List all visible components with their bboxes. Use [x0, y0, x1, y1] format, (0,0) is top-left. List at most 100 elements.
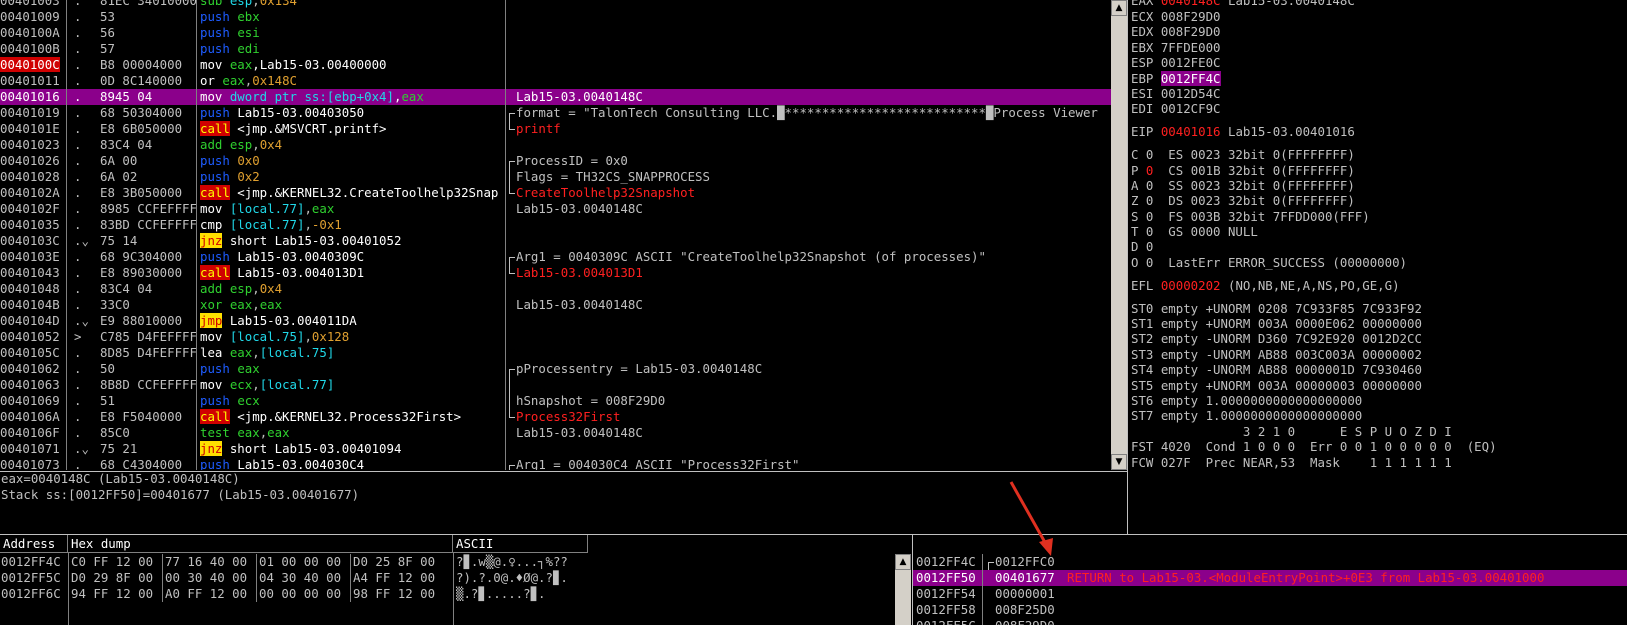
disasm-address[interactable]: 00401043 [0, 265, 66, 281]
register-line[interactable]: EAX 0040148C Lab15-03.0040148C [1131, 0, 1497, 9]
disasm-row[interactable]: 0040106A. E8 F5040000 call <jmp.&KERNEL32.… [0, 409, 1112, 425]
disasm-address[interactable]: 00401028 [0, 169, 66, 185]
disasm-address[interactable]: 0040104B [0, 297, 66, 313]
disasm-address[interactable]: 00401011 [0, 73, 66, 89]
register-line[interactable] [1131, 117, 1497, 125]
dump-row[interactable]: 0012FF6C 94 FF 12 00 A0 FF 12 00 00 00 00 0… [0, 586, 883, 602]
register-line[interactable]: EDI 0012CF9C [1131, 101, 1497, 116]
register-line[interactable]: 3 2 1 0 E S P U O Z D I [1131, 424, 1497, 439]
disasm-row[interactable]: 0040105C. 8D85 D4FEFFFF lea eax,[local.75] [0, 345, 1112, 361]
register-line[interactable]: ST6 empty 1.0000000000000000000 [1131, 393, 1497, 408]
registers-pane[interactable]: EAX 0040148C Lab15-03.0040148C ECX 008F29… [1128, 0, 1627, 535]
col-divider-asm[interactable] [505, 0, 506, 470]
register-line[interactable]: FCW 027F Prec NEAR,53 Mask 1 1 1 1 1 1 [1131, 455, 1497, 470]
register-line[interactable]: D 0 [1131, 239, 1497, 254]
pane-divider-stack[interactable] [912, 535, 913, 625]
disasm-row[interactable]: 0040102A. E8 3B050000 call <jmp.&KERNEL32.… [0, 185, 1112, 201]
disasm-address[interactable]: 0040102F [0, 201, 66, 217]
register-line[interactable]: EIP 00401016 Lab15-03.00401016 [1131, 124, 1497, 139]
disasm-row[interactable]: 00401063. 8B8D CCFEFFFF mov ecx,[local.77] [0, 377, 1112, 393]
disasm-address[interactable]: 00401003 [0, 0, 66, 9]
dump-header-hexdump[interactable]: Hex dump [68, 535, 453, 553]
disasm-address[interactable]: 0040106A [0, 409, 66, 425]
disasm-address[interactable]: 00401073 [0, 457, 66, 470]
disasm-address[interactable]: 0040105C [0, 345, 66, 361]
disasm-address[interactable]: 0040102A [0, 185, 66, 201]
stack-row[interactable]: 0012FF5C 008F29D0 [913, 618, 1627, 625]
register-line[interactable]: ESP 0012FE0C [1131, 55, 1497, 70]
disasm-row[interactable]: 0040103E. 68 9C304000 push Lab15-03.004030… [0, 249, 1112, 266]
disasm-address[interactable]: 00401026 [0, 153, 66, 169]
register-line[interactable]: ST5 empty +UNORM 003A 00000003 00000000 [1131, 378, 1497, 393]
disasm-row[interactable]: 0040104D .⌄ E9 88010000 jmp Lab15-03.004011… [0, 313, 1112, 329]
disasm-row[interactable]: 0040100A. 56 push esi [0, 25, 1112, 41]
disasm-row[interactable]: 0040102F. 8985 CCFEFFFF mov [local.77],eax… [0, 201, 1112, 217]
disasm-row[interactable]: 00401028. 6A 02 push 0x2 Flags = TH32CS_SNA… [0, 169, 1112, 185]
register-line[interactable] [1131, 140, 1497, 148]
scroll-up-icon[interactable]: ▲ [1111, 0, 1127, 16]
col-divider-addr[interactable] [66, 0, 67, 470]
disasm-row[interactable]: 0040106F. 85C0 test eax,eax Lab15-03.004014… [0, 425, 1112, 441]
dump-scroll-up-icon[interactable]: ▲ [895, 554, 911, 570]
disasm-row[interactable]: 00401071 .⌄ 75 21 jnz short Lab15-03.004010… [0, 441, 1112, 457]
register-line[interactable]: ST0 empty +UNORM 0208 7C933F85 7C933F92 [1131, 301, 1497, 316]
disasm-address[interactable]: 0040103E [0, 249, 66, 265]
register-line[interactable]: EFL 00000202 (NO,NB,NE,A,NS,PO,GE,G) [1131, 278, 1497, 293]
disasm-address[interactable]: 00401035 [0, 217, 66, 233]
register-line[interactable] [1131, 270, 1497, 278]
register-line[interactable]: ST4 empty -UNORM AB88 0000001D 7C930460 [1131, 362, 1497, 377]
disasm-address[interactable]: 00401016 [0, 89, 66, 105]
disasm-row[interactable]: 00401019. 68 50304000 push Lab15-03.004030… [0, 105, 1112, 122]
stack-row[interactable]: 0012FF58 008F25D0 [913, 602, 1627, 618]
dump-row[interactable]: 0012FF5C D0 29 8F 00 00 30 40 00 04 30 40 0… [0, 570, 883, 586]
register-line[interactable]: C 0 ES 0023 32bit 0(FFFFFFFF) [1131, 147, 1497, 162]
stack-pane[interactable]: 0012FF4C 0012FFC0 0012FF50 00401677 RETURN t… [913, 554, 1627, 625]
disassembly-scrollbar[interactable]: ▲ ▼ [1111, 0, 1127, 470]
disasm-address[interactable]: 00401062 [0, 361, 66, 377]
disasm-row[interactable]: 0040100B. 57 push edi [0, 41, 1112, 57]
disasm-address[interactable]: 0040104D [0, 313, 66, 329]
disasm-row[interactable]: 00401048. 83C4 04 add esp,0x4 [0, 281, 1112, 297]
register-line[interactable]: Z 0 DS 0023 32bit 0(FFFFFFFF) [1131, 193, 1497, 208]
register-line[interactable]: ESI 0012D54C [1131, 86, 1497, 101]
disasm-address[interactable]: 00401048 [0, 281, 66, 297]
disasm-row[interactable]: 00401026. 6A 00 push 0x0 ProcessID = 0x0 [0, 153, 1112, 170]
disasm-row[interactable]: 00401011. 0D 8C140000 or eax,0x148C [0, 73, 1112, 89]
stack-row[interactable]: 0012FF54 00000001 [913, 586, 1627, 602]
register-line[interactable]: ST1 empty +UNORM 003A 0000E062 00000000 [1131, 316, 1497, 331]
register-line[interactable] [1131, 293, 1497, 301]
register-line[interactable]: ST2 empty -UNORM D360 7C92E920 0012D2CC [1131, 331, 1497, 346]
dump-header-address[interactable]: Address [0, 535, 68, 553]
disasm-address[interactable]: 00401052 [0, 329, 66, 345]
disasm-row[interactable]: 0040100C. B8 00004000 mov eax,Lab15-03.004… [0, 57, 1112, 73]
disasm-row[interactable]: 00401069. 51 push ecx hSnapshot = 008F29D0 [0, 393, 1112, 409]
disasm-row[interactable]: 0040101E. E8 6B050000 call <jmp.&MSVCRT.pr… [0, 121, 1112, 137]
dump-pane[interactable]: Address Hex dump ASCII 0012FF4C C0 FF 12 … [0, 535, 883, 625]
pane-divider-registers[interactable] [1127, 0, 1128, 535]
disasm-address[interactable]: 0040100B [0, 41, 66, 57]
disasm-address[interactable]: 00401009 [0, 9, 66, 25]
stack-row[interactable]: 0012FF50 00401677 RETURN to Lab15-03.<Modu… [913, 570, 1627, 586]
register-line[interactable]: S 0 FS 003B 32bit 7FFDD000(FFF) [1131, 209, 1497, 224]
col-divider-hex[interactable] [196, 0, 197, 470]
disasm-address[interactable]: 0040100A [0, 25, 66, 41]
disasm-address[interactable]: 00401023 [0, 137, 66, 153]
dump-header-ascii[interactable]: ASCII [453, 535, 588, 553]
register-line[interactable]: EDX 008F29D0 [1131, 24, 1497, 39]
disasm-address[interactable]: 0040106F [0, 425, 66, 441]
disasm-row[interactable]: 00401043. E8 89030000 call Lab15-03.004013… [0, 265, 1112, 281]
disasm-address[interactable]: 00401019 [0, 105, 66, 121]
disasm-address[interactable]: 00401071 [0, 441, 66, 457]
register-line[interactable]: FST 4020 Cond 1 0 0 0 Err 0 0 1 0 0 0 0 … [1131, 439, 1497, 454]
register-line[interactable]: A 0 SS 0023 32bit 0(FFFFFFFF) [1131, 178, 1497, 193]
register-line[interactable]: P 0 CS 001B 32bit 0(FFFFFFFF) [1131, 163, 1497, 178]
disasm-address[interactable]: 0040103C [0, 233, 66, 249]
dump-row[interactable]: 0012FF4C C0 FF 12 00 77 16 40 00 01 00 00 0… [0, 554, 883, 570]
disasm-row[interactable]: 0040103C .⌄ 75 14 jnz short Lab15-03.004010… [0, 233, 1112, 249]
disasm-row[interactable]: 00401023. 83C4 04 add esp,0x4 [0, 137, 1112, 153]
disasm-row[interactable]: 00401016. 8945 04 mov dword ptr ss:[ebp+0x… [0, 89, 1112, 105]
register-line[interactable]: EBP 0012FF4C [1131, 70, 1497, 86]
register-line[interactable]: ST7 empty 1.0000000000000000000 [1131, 408, 1497, 423]
disasm-row[interactable]: 00401009. 53 push ebx [0, 9, 1112, 25]
register-line[interactable]: EBX 7FFDE000 [1131, 40, 1497, 55]
